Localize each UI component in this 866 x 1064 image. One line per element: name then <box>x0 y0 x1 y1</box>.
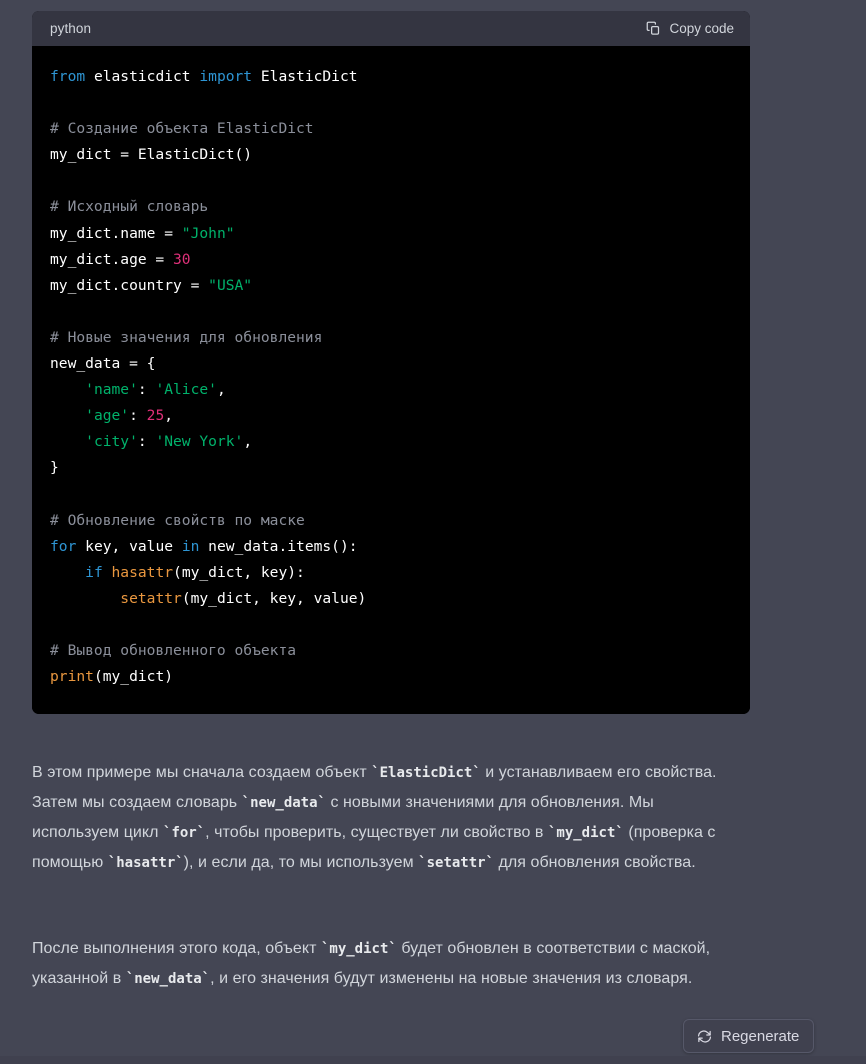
code-language-label: python <box>50 21 92 36</box>
code-token: (my_dict) <box>93 668 174 686</box>
inline-code: `new_data` <box>125 971 211 987</box>
code-token: "John" <box>181 224 235 242</box>
code-block-body[interactable]: from elasticdict import ElasticDict # Со… <box>32 46 750 715</box>
code-token: new_data.items(): <box>208 537 358 555</box>
code-token: key, value <box>85 537 182 555</box>
code-token: my_dict.name = <box>50 224 182 242</box>
code-token: 'age' <box>85 407 130 425</box>
regenerate-label: Regenerate <box>721 1027 800 1045</box>
regenerate-button[interactable]: Regenerate <box>683 1019 815 1053</box>
code-token: hasattr <box>111 563 174 581</box>
code-token: setattr <box>120 589 182 607</box>
code-token: new_data = { <box>50 355 156 373</box>
code-token: , <box>164 407 174 425</box>
inline-code: `hasattr` <box>107 855 184 871</box>
inline-code: `my_dict` <box>547 825 624 841</box>
code-content: from elasticdict import ElasticDict # Со… <box>50 64 732 690</box>
code-token: , <box>216 381 226 399</box>
bottom-bar <box>0 1056 866 1064</box>
code-token: "USA" <box>208 276 253 294</box>
inline-code: `my_dict` <box>320 941 397 957</box>
code-token: 'name' <box>85 381 138 399</box>
code-token: 25 <box>146 407 165 425</box>
code-token: import <box>199 68 261 85</box>
code-token: my_dict = ElasticDict() <box>50 146 253 164</box>
code-token: # Обновление свойств по маске <box>50 511 305 529</box>
code-token: # Новые значения для обновления <box>50 328 323 346</box>
code-token: my_dict.age = <box>50 250 174 268</box>
code-token: if <box>85 563 112 581</box>
refresh-icon <box>697 1029 712 1044</box>
code-token: # Вывод обновленного объекта <box>50 642 297 660</box>
message-page: python Copy code from elasticdict import… <box>0 0 866 1064</box>
inline-code: `setattr` <box>418 855 495 871</box>
code-token: : <box>137 433 156 451</box>
code-token: # Создание объекта ElasticDict <box>50 120 314 138</box>
code-token: elasticdict <box>93 68 200 85</box>
code-token: my_dict.country = <box>50 276 209 294</box>
code-block: python Copy code from elasticdict import… <box>32 11 750 715</box>
clipboard-icon <box>646 21 661 36</box>
code-token: 'city' <box>85 433 138 451</box>
code-token: } <box>50 459 59 477</box>
code-token: : <box>129 407 147 425</box>
code-token: for <box>50 537 86 555</box>
code-token: ElasticDict <box>260 68 358 85</box>
code-block-header: python Copy code <box>32 11 750 46</box>
inline-code: `for` <box>163 825 206 841</box>
inline-code: `new_data` <box>241 795 326 811</box>
inline-code: `ElasticDict` <box>371 765 481 781</box>
code-token: from <box>50 68 94 85</box>
copy-code-button[interactable]: Copy code <box>646 21 734 36</box>
code-token: 'Alice' <box>155 381 217 399</box>
code-token: (my_dict, key, value) <box>181 589 367 607</box>
explanation-paragraph-1: В этом примере мы сначала создаем объект… <box>32 764 717 871</box>
code-token: # Исходный словарь <box>50 198 209 216</box>
code-token: in <box>181 537 209 555</box>
code-token: 30 <box>173 250 191 268</box>
code-token: : <box>137 381 156 399</box>
code-token: print <box>50 668 94 686</box>
code-token: (my_dict, key): <box>173 563 305 581</box>
explanation-paragraph-2: После выполнения этого кода, объект `my_… <box>32 940 711 987</box>
code-token: 'New York' <box>155 433 244 451</box>
copy-code-label: Copy code <box>669 21 734 36</box>
code-token: , <box>243 433 253 451</box>
